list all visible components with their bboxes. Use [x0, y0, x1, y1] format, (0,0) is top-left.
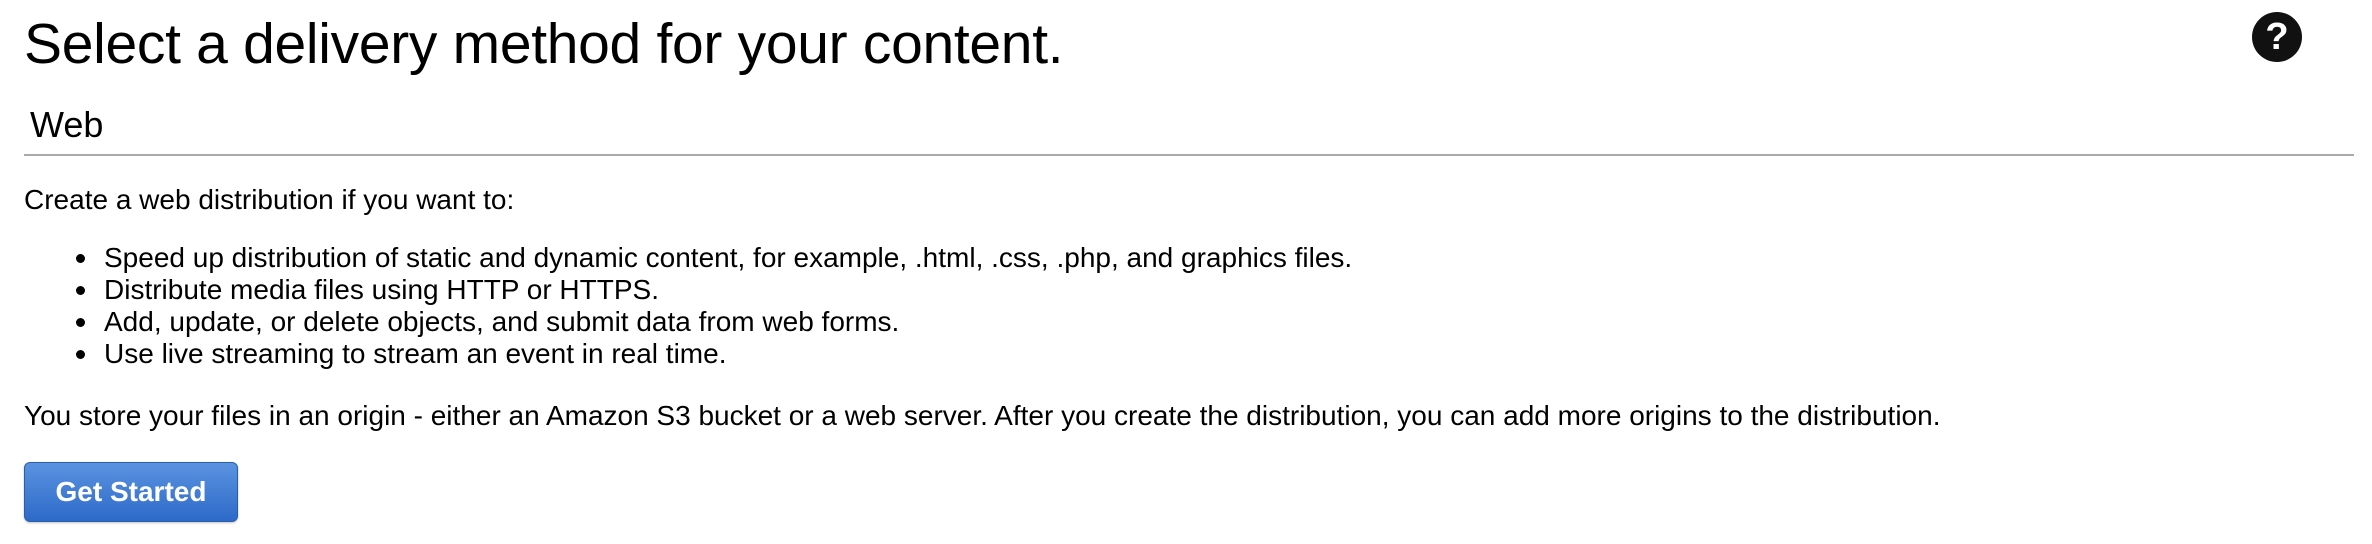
bullet-dot-icon	[76, 254, 85, 263]
page-title: Select a delivery method for your conten…	[24, 12, 1064, 76]
list-item: Add, update, or delete objects, and subm…	[24, 306, 1352, 338]
question-circle-icon[interactable]: ?	[2252, 12, 2302, 62]
list-item-text: Distribute media files using HTTP or HTT…	[104, 274, 659, 305]
get-started-button[interactable]: Get Started	[24, 462, 238, 522]
bullet-dot-icon	[76, 350, 85, 359]
origin-description: You store your files in an origin - eith…	[24, 400, 1941, 431]
feature-list: Speed up distribution of static and dyna…	[24, 242, 1352, 370]
list-item: Distribute media files using HTTP or HTT…	[24, 274, 1352, 306]
web-section-header: Web	[24, 102, 2354, 156]
bullet-dot-icon	[76, 318, 85, 327]
list-item-text: Use live streaming to stream an event in…	[104, 338, 727, 369]
list-item-text: Add, update, or delete objects, and subm…	[104, 306, 900, 337]
intro-text: Create a web distribution if you want to…	[24, 184, 515, 215]
list-item-text: Speed up distribution of static and dyna…	[104, 242, 1353, 273]
list-item: Speed up distribution of static and dyna…	[24, 242, 1352, 274]
list-item: Use live streaming to stream an event in…	[24, 338, 1352, 370]
delivery-method-page: Select a delivery method for your conten…	[0, 0, 2372, 544]
section-title: Web	[30, 104, 104, 145]
bullet-dot-icon	[76, 286, 85, 295]
